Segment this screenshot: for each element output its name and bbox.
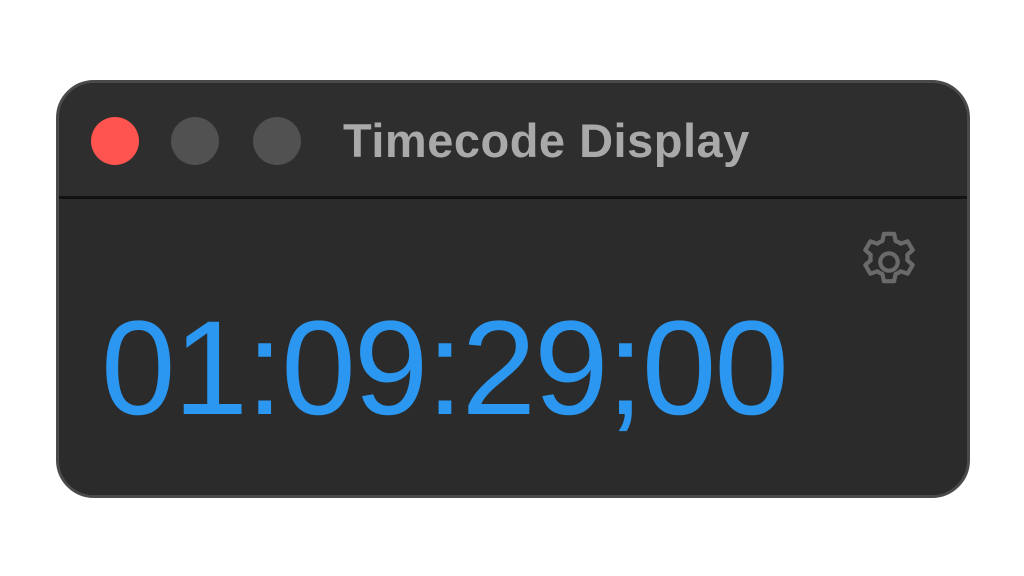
title-bar[interactable]: Timecode Display [59, 83, 967, 199]
timecode-window: Timecode Display 01:09:29;00 [56, 80, 970, 498]
minimize-window-button[interactable] [171, 117, 219, 165]
settings-button[interactable] [853, 226, 925, 298]
close-window-button[interactable] [91, 117, 139, 165]
timecode-readout: 01:09:29;00 [101, 294, 789, 443]
window-title: Timecode Display [343, 114, 750, 167]
zoom-window-button[interactable] [253, 117, 301, 165]
timecode-panel: 01:09:29;00 [59, 202, 967, 495]
gear-icon [863, 231, 915, 284]
